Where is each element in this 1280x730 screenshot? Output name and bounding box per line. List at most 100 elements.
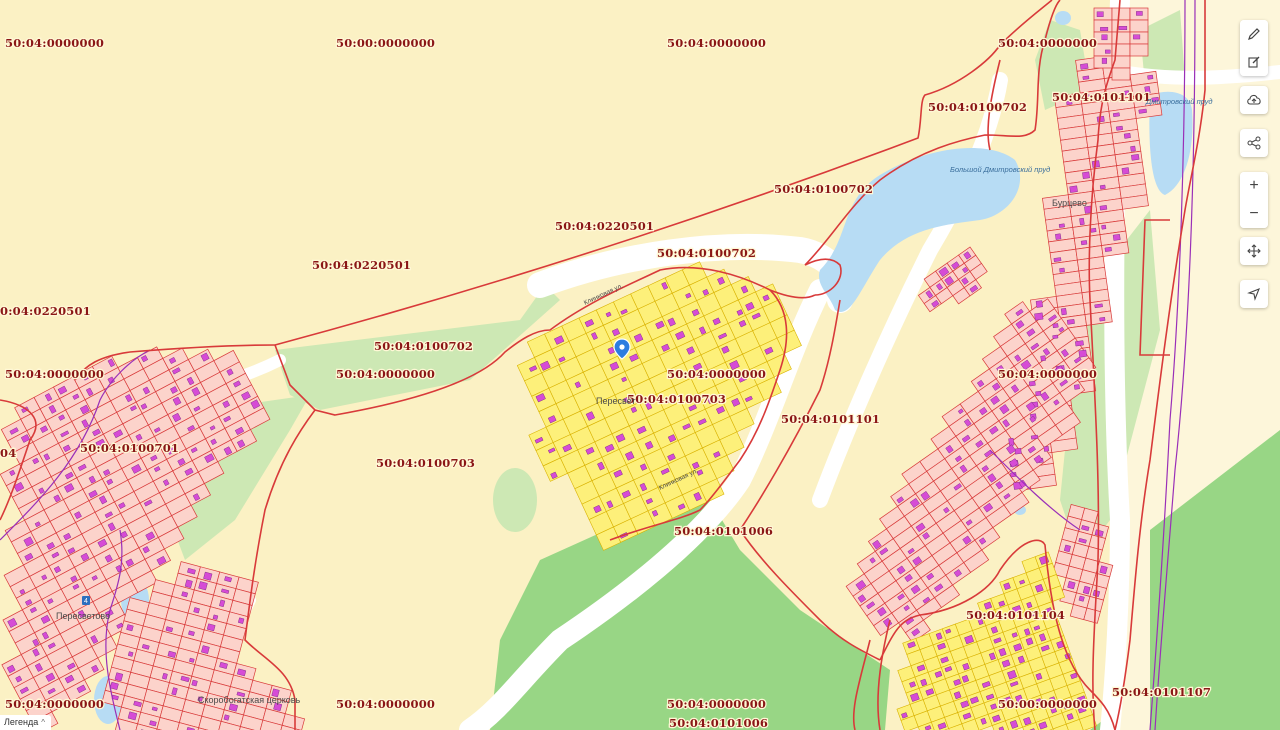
cadastral-label: 50:04:0000000 [998, 367, 1097, 381]
cadastral-label: 50:04:0220501 [555, 219, 654, 233]
building [1099, 316, 1106, 322]
cloud-upload-icon[interactable] [1240, 86, 1268, 114]
parcel [1129, 19, 1149, 33]
pencil-icon[interactable] [1240, 20, 1268, 48]
building [1101, 57, 1107, 64]
building [1131, 154, 1140, 161]
cadastral-map[interactable]: 50:04:0000000 50:00:0000000 50:04:000000… [0, 0, 1280, 730]
building [223, 714, 230, 721]
legend-toggle[interactable]: Легенда ^ [0, 715, 51, 730]
pond-label-bolshoy-text: Большой Дмитровский пруд [950, 165, 1050, 174]
zoom-group: + − [1240, 172, 1268, 228]
cadastral-label: 50:04:0100702 [657, 246, 756, 260]
cadastral-label: 04 [0, 446, 16, 460]
building [1034, 312, 1044, 321]
building [1121, 167, 1130, 175]
building [1112, 234, 1121, 241]
building [1104, 246, 1112, 252]
building [1099, 184, 1106, 190]
building [1082, 75, 1090, 80]
cadastral-label: 50:04:0101101 [781, 412, 880, 426]
cadastral-label: 50:04:0101006 [674, 524, 773, 538]
building [1014, 447, 1022, 455]
move-icon[interactable] [1240, 237, 1268, 265]
building [1078, 349, 1087, 358]
building [193, 607, 200, 614]
building [1138, 108, 1147, 114]
cadastral-label: 50:04:0101006 [669, 716, 768, 730]
village-label-burtsevo: Бурцево [1052, 198, 1087, 208]
building [212, 614, 219, 620]
cadastral-label: 50:04:0100702 [928, 100, 1027, 114]
cadastral-label: 50:04:0100702 [374, 339, 473, 353]
locate-toolbar [1240, 280, 1268, 308]
cadastral-label: 50:00:0000000 [998, 697, 1097, 711]
road-number: 4 [84, 598, 88, 605]
map-toolbar [1240, 20, 1268, 76]
building [1096, 11, 1104, 17]
building [1040, 355, 1046, 362]
road-number-sign: 4 [82, 596, 90, 605]
building [1043, 446, 1050, 452]
building [1099, 205, 1108, 211]
building [1035, 390, 1042, 397]
building [1055, 233, 1062, 240]
cadastral-label: 50:04:0100702 [774, 182, 873, 196]
building [1080, 240, 1088, 246]
parcel [1111, 67, 1131, 81]
parcel [1111, 7, 1131, 21]
cadastral-label: 50:04:0000000 [998, 36, 1097, 50]
building [1147, 74, 1154, 80]
building [1136, 11, 1143, 16]
locate-icon[interactable] [1240, 280, 1268, 308]
edit-icon[interactable] [1240, 48, 1268, 76]
building [1123, 132, 1131, 139]
building [1130, 145, 1136, 152]
village-label-peresvetovo: Пересветово [56, 611, 110, 621]
draw-tools-group [1240, 20, 1268, 76]
cadastral-label: 50:04:0000000 [336, 697, 435, 711]
building [1052, 334, 1059, 339]
zoom-out-button[interactable]: − [1240, 200, 1268, 228]
building [127, 651, 134, 657]
building [1053, 257, 1062, 262]
share-icon[interactable] [1240, 129, 1268, 157]
building [237, 617, 245, 624]
building [1028, 380, 1036, 387]
settlement-label-peresvet: Пересвет [596, 396, 636, 406]
parcel [1111, 19, 1131, 33]
cadastral-label: 50:04:0101104 [966, 608, 1065, 622]
zoom-in-button[interactable]: + [1240, 172, 1268, 200]
building [1079, 217, 1085, 226]
building [1030, 434, 1039, 440]
building [1105, 49, 1111, 54]
cadastral-label: 50:04:0100701 [80, 441, 179, 455]
chevron-up-icon: ^ [41, 718, 45, 727]
building [1101, 224, 1107, 230]
share-toolbar [1240, 129, 1268, 157]
cadastral-label: 50:04:0000000 [5, 367, 104, 381]
cadastral-label: 50:04:0000000 [5, 697, 104, 711]
cadastral-label: 50:04:0000000 [667, 367, 766, 381]
cadastral-label: 50:04:0000000 [667, 36, 766, 50]
building [1066, 319, 1075, 325]
building [1078, 595, 1085, 602]
building [1058, 223, 1065, 228]
cadastral-label: 50:04:0000000 [667, 697, 766, 711]
building [1082, 171, 1090, 179]
cadastral-label: 50:04:0000000 [336, 367, 435, 381]
pond-label-dmitrovsky: Дмитровский пруд [1145, 97, 1213, 106]
building [201, 645, 210, 654]
upload-toolbar [1240, 86, 1268, 114]
building [1069, 185, 1078, 193]
building [1075, 340, 1084, 347]
zoom-toolbar: + − [1240, 172, 1268, 228]
building [1067, 580, 1076, 590]
building [1035, 300, 1043, 308]
cadastral-label: 50:04:0100703 [627, 392, 726, 406]
building [1008, 437, 1015, 446]
cadastral-label: 50:04:0100703 [376, 456, 475, 470]
cadastral-label: 50:04:0000000 [5, 36, 104, 50]
building [1073, 384, 1080, 390]
building [1090, 227, 1097, 233]
